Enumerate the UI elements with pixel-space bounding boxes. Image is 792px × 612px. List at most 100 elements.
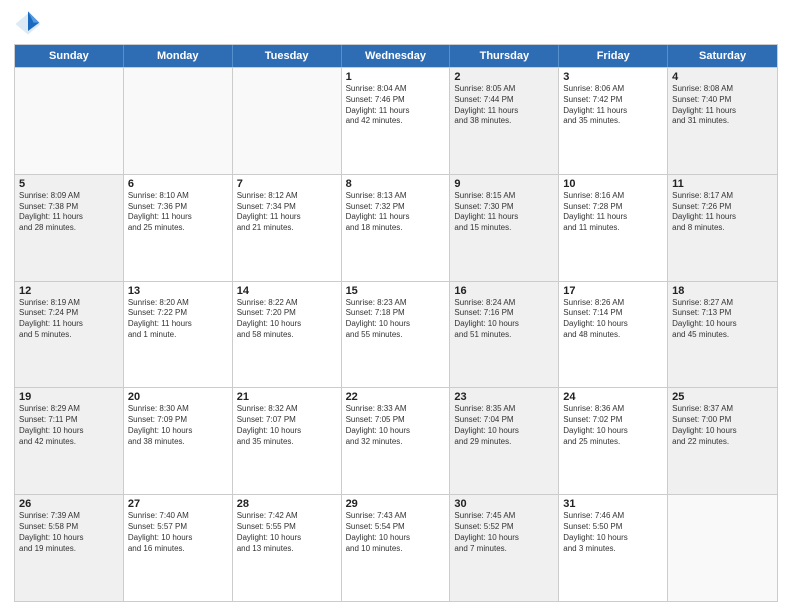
- calendar-cell: 6Sunrise: 8:10 AM Sunset: 7:36 PM Daylig…: [124, 175, 233, 281]
- day-number: 14: [237, 285, 337, 297]
- calendar-row: 19Sunrise: 8:29 AM Sunset: 7:11 PM Dayli…: [15, 387, 777, 494]
- day-info: Sunrise: 8:09 AM Sunset: 7:38 PM Dayligh…: [19, 191, 119, 234]
- calendar-cell: 2Sunrise: 8:05 AM Sunset: 7:44 PM Daylig…: [450, 68, 559, 174]
- calendar-cell: 12Sunrise: 8:19 AM Sunset: 7:24 PM Dayli…: [15, 282, 124, 388]
- day-info: Sunrise: 8:08 AM Sunset: 7:40 PM Dayligh…: [672, 84, 773, 127]
- calendar-body: 1Sunrise: 8:04 AM Sunset: 7:46 PM Daylig…: [15, 67, 777, 601]
- calendar-cell: 27Sunrise: 7:40 AM Sunset: 5:57 PM Dayli…: [124, 495, 233, 601]
- calendar-cell: 3Sunrise: 8:06 AM Sunset: 7:42 PM Daylig…: [559, 68, 668, 174]
- day-info: Sunrise: 8:27 AM Sunset: 7:13 PM Dayligh…: [672, 298, 773, 341]
- day-info: Sunrise: 8:26 AM Sunset: 7:14 PM Dayligh…: [563, 298, 663, 341]
- day-info: Sunrise: 8:17 AM Sunset: 7:26 PM Dayligh…: [672, 191, 773, 234]
- calendar-cell: 24Sunrise: 8:36 AM Sunset: 7:02 PM Dayli…: [559, 388, 668, 494]
- calendar-cell: 11Sunrise: 8:17 AM Sunset: 7:26 PM Dayli…: [668, 175, 777, 281]
- logo: [14, 10, 45, 38]
- day-number: 26: [19, 498, 119, 510]
- day-number: 3: [563, 71, 663, 83]
- day-number: 10: [563, 178, 663, 190]
- calendar-cell: 23Sunrise: 8:35 AM Sunset: 7:04 PM Dayli…: [450, 388, 559, 494]
- day-info: Sunrise: 8:36 AM Sunset: 7:02 PM Dayligh…: [563, 404, 663, 447]
- day-info: Sunrise: 7:45 AM Sunset: 5:52 PM Dayligh…: [454, 511, 554, 554]
- calendar-row: 5Sunrise: 8:09 AM Sunset: 7:38 PM Daylig…: [15, 174, 777, 281]
- day-number: 28: [237, 498, 337, 510]
- calendar-cell: [124, 68, 233, 174]
- day-number: 4: [672, 71, 773, 83]
- calendar-header-row: SundayMondayTuesdayWednesdayThursdayFrid…: [15, 45, 777, 67]
- calendar-cell: 5Sunrise: 8:09 AM Sunset: 7:38 PM Daylig…: [15, 175, 124, 281]
- calendar-cell: 20Sunrise: 8:30 AM Sunset: 7:09 PM Dayli…: [124, 388, 233, 494]
- calendar-header-cell: Monday: [124, 45, 233, 67]
- day-info: Sunrise: 8:24 AM Sunset: 7:16 PM Dayligh…: [454, 298, 554, 341]
- day-number: 20: [128, 391, 228, 403]
- day-number: 2: [454, 71, 554, 83]
- day-info: Sunrise: 8:19 AM Sunset: 7:24 PM Dayligh…: [19, 298, 119, 341]
- calendar-header-cell: Thursday: [450, 45, 559, 67]
- day-number: 11: [672, 178, 773, 190]
- day-number: 29: [346, 498, 446, 510]
- day-info: Sunrise: 8:06 AM Sunset: 7:42 PM Dayligh…: [563, 84, 663, 127]
- day-number: 23: [454, 391, 554, 403]
- day-number: 22: [346, 391, 446, 403]
- day-info: Sunrise: 8:20 AM Sunset: 7:22 PM Dayligh…: [128, 298, 228, 341]
- calendar-cell: 31Sunrise: 7:46 AM Sunset: 5:50 PM Dayli…: [559, 495, 668, 601]
- day-info: Sunrise: 7:43 AM Sunset: 5:54 PM Dayligh…: [346, 511, 446, 554]
- calendar-header-cell: Tuesday: [233, 45, 342, 67]
- calendar-cell: 14Sunrise: 8:22 AM Sunset: 7:20 PM Dayli…: [233, 282, 342, 388]
- day-number: 24: [563, 391, 663, 403]
- day-info: Sunrise: 8:30 AM Sunset: 7:09 PM Dayligh…: [128, 404, 228, 447]
- day-number: 18: [672, 285, 773, 297]
- day-number: 15: [346, 285, 446, 297]
- day-info: Sunrise: 8:23 AM Sunset: 7:18 PM Dayligh…: [346, 298, 446, 341]
- day-number: 6: [128, 178, 228, 190]
- calendar-cell: [233, 68, 342, 174]
- calendar-cell: 15Sunrise: 8:23 AM Sunset: 7:18 PM Dayli…: [342, 282, 451, 388]
- calendar-cell: [15, 68, 124, 174]
- calendar-row: 1Sunrise: 8:04 AM Sunset: 7:46 PM Daylig…: [15, 67, 777, 174]
- calendar-cell: 10Sunrise: 8:16 AM Sunset: 7:28 PM Dayli…: [559, 175, 668, 281]
- day-number: 9: [454, 178, 554, 190]
- calendar-cell: 30Sunrise: 7:45 AM Sunset: 5:52 PM Dayli…: [450, 495, 559, 601]
- day-info: Sunrise: 8:35 AM Sunset: 7:04 PM Dayligh…: [454, 404, 554, 447]
- day-info: Sunrise: 8:13 AM Sunset: 7:32 PM Dayligh…: [346, 191, 446, 234]
- day-number: 13: [128, 285, 228, 297]
- day-info: Sunrise: 8:29 AM Sunset: 7:11 PM Dayligh…: [19, 404, 119, 447]
- day-info: Sunrise: 7:40 AM Sunset: 5:57 PM Dayligh…: [128, 511, 228, 554]
- calendar-row: 26Sunrise: 7:39 AM Sunset: 5:58 PM Dayli…: [15, 494, 777, 601]
- calendar-cell: 13Sunrise: 8:20 AM Sunset: 7:22 PM Dayli…: [124, 282, 233, 388]
- calendar-cell: 4Sunrise: 8:08 AM Sunset: 7:40 PM Daylig…: [668, 68, 777, 174]
- calendar-header-cell: Wednesday: [342, 45, 451, 67]
- day-number: 31: [563, 498, 663, 510]
- day-number: 1: [346, 71, 446, 83]
- day-info: Sunrise: 7:42 AM Sunset: 5:55 PM Dayligh…: [237, 511, 337, 554]
- calendar-header-cell: Friday: [559, 45, 668, 67]
- day-number: 7: [237, 178, 337, 190]
- calendar-cell: 21Sunrise: 8:32 AM Sunset: 7:07 PM Dayli…: [233, 388, 342, 494]
- calendar: SundayMondayTuesdayWednesdayThursdayFrid…: [14, 44, 778, 602]
- day-info: Sunrise: 8:32 AM Sunset: 7:07 PM Dayligh…: [237, 404, 337, 447]
- day-info: Sunrise: 8:05 AM Sunset: 7:44 PM Dayligh…: [454, 84, 554, 127]
- day-number: 21: [237, 391, 337, 403]
- calendar-cell: 28Sunrise: 7:42 AM Sunset: 5:55 PM Dayli…: [233, 495, 342, 601]
- calendar-cell: 9Sunrise: 8:15 AM Sunset: 7:30 PM Daylig…: [450, 175, 559, 281]
- calendar-header-cell: Sunday: [15, 45, 124, 67]
- day-number: 30: [454, 498, 554, 510]
- day-number: 25: [672, 391, 773, 403]
- day-info: Sunrise: 7:46 AM Sunset: 5:50 PM Dayligh…: [563, 511, 663, 554]
- day-info: Sunrise: 8:37 AM Sunset: 7:00 PM Dayligh…: [672, 404, 773, 447]
- day-number: 17: [563, 285, 663, 297]
- day-number: 27: [128, 498, 228, 510]
- page-header: [14, 10, 778, 38]
- day-info: Sunrise: 8:10 AM Sunset: 7:36 PM Dayligh…: [128, 191, 228, 234]
- day-number: 16: [454, 285, 554, 297]
- calendar-cell: 7Sunrise: 8:12 AM Sunset: 7:34 PM Daylig…: [233, 175, 342, 281]
- day-number: 5: [19, 178, 119, 190]
- calendar-cell: 25Sunrise: 8:37 AM Sunset: 7:00 PM Dayli…: [668, 388, 777, 494]
- calendar-cell: 29Sunrise: 7:43 AM Sunset: 5:54 PM Dayli…: [342, 495, 451, 601]
- day-info: Sunrise: 8:16 AM Sunset: 7:28 PM Dayligh…: [563, 191, 663, 234]
- calendar-cell: 1Sunrise: 8:04 AM Sunset: 7:46 PM Daylig…: [342, 68, 451, 174]
- calendar-cell: 26Sunrise: 7:39 AM Sunset: 5:58 PM Dayli…: [15, 495, 124, 601]
- calendar-cell: 18Sunrise: 8:27 AM Sunset: 7:13 PM Dayli…: [668, 282, 777, 388]
- day-info: Sunrise: 8:04 AM Sunset: 7:46 PM Dayligh…: [346, 84, 446, 127]
- day-number: 19: [19, 391, 119, 403]
- calendar-cell: 17Sunrise: 8:26 AM Sunset: 7:14 PM Dayli…: [559, 282, 668, 388]
